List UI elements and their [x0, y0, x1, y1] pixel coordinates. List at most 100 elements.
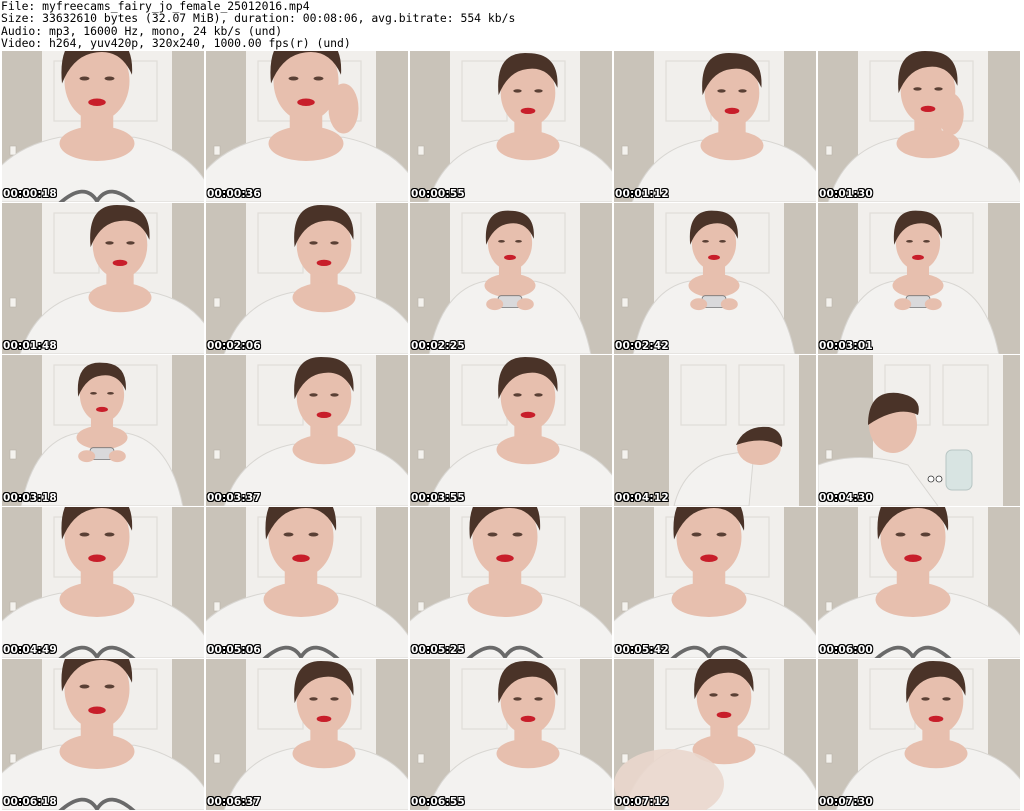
frame-image [206, 51, 408, 202]
neckline [59, 126, 135, 161]
thumbnail-frame: 00:06:18 [2, 659, 204, 810]
outlet [213, 601, 221, 612]
frame-timestamp: 00:01:48 [3, 340, 57, 352]
hand [938, 93, 964, 136]
frame-image [410, 659, 612, 810]
neckline [268, 126, 344, 161]
lips [716, 711, 732, 718]
eye [512, 532, 523, 537]
eye [716, 532, 727, 537]
neckline [700, 130, 764, 161]
thumbnail-frame: 00:05:42 [614, 507, 816, 658]
eye [920, 532, 931, 537]
outlet [621, 145, 629, 156]
frame-image [2, 51, 204, 202]
frame-image [410, 51, 612, 202]
thumbnail-frame: 00:03:37 [206, 355, 408, 506]
eye [719, 239, 726, 243]
outlet [417, 297, 425, 308]
eye [104, 532, 115, 537]
outlet [9, 145, 17, 156]
frame-image [206, 355, 408, 506]
neckline [59, 734, 135, 769]
lips [96, 406, 108, 412]
thumbnail-frame: 00:01:30 [818, 51, 1020, 202]
frame-timestamp: 00:06:00 [819, 644, 873, 656]
thumbnail-frame: 00:04:12 [614, 355, 816, 506]
thumbnail-frame: 00:00:36 [206, 51, 408, 202]
frame-image [2, 355, 204, 506]
eye [309, 697, 318, 701]
thumbnail-frame: 00:05:25 [410, 507, 612, 658]
outlet [825, 145, 833, 156]
frame-timestamp: 00:07:12 [615, 796, 669, 808]
eye [534, 89, 543, 93]
thumbnail-frame: 00:03:18 [2, 355, 204, 506]
eye [534, 393, 543, 397]
eye [126, 241, 135, 245]
hand [108, 450, 126, 463]
thumbnail-grid: 00:00:18 00:00:36 00:00:55 00:01:12 00:01:30… [2, 51, 1020, 810]
eye [487, 532, 498, 537]
outlet [825, 601, 833, 612]
eye [934, 87, 943, 91]
eye [923, 239, 930, 243]
outlet [825, 297, 833, 308]
eye [288, 76, 299, 81]
frame-image [410, 507, 612, 658]
frame-image [818, 203, 1020, 354]
outlet [213, 753, 221, 764]
thumbnail-frame: 00:01:48 [2, 203, 204, 354]
neckline [59, 582, 135, 617]
eye [104, 684, 115, 689]
eye [534, 697, 543, 701]
frame-timestamp: 00:05:06 [207, 644, 261, 656]
lips [904, 554, 922, 562]
lips [297, 98, 315, 106]
thumbnail-frame: 00:01:12 [614, 51, 816, 202]
outlet [213, 297, 221, 308]
neckline [875, 582, 951, 617]
eye [515, 239, 522, 243]
hand [78, 450, 96, 463]
thumbnail-frame: 00:03:55 [410, 355, 612, 506]
hand [690, 298, 708, 311]
outlet [417, 753, 425, 764]
frame-timestamp: 00:03:55 [411, 492, 465, 504]
frame-image [614, 355, 816, 506]
lips [708, 254, 720, 260]
outlet [417, 449, 425, 460]
frame-image [206, 659, 408, 810]
eye [921, 697, 930, 701]
outlet [417, 601, 425, 612]
outlet [213, 145, 221, 156]
hand [486, 298, 504, 311]
outlet [9, 297, 17, 308]
eye [691, 532, 702, 537]
neckline [292, 282, 356, 313]
lips [700, 554, 718, 562]
frame-timestamp: 00:02:25 [411, 340, 465, 352]
frame-image [2, 203, 204, 354]
eye [709, 693, 718, 697]
lips [316, 715, 332, 722]
eye [942, 697, 951, 701]
neckline [892, 273, 944, 298]
lips [316, 411, 332, 418]
thumbnail-frame: 00:00:55 [410, 51, 612, 202]
frame-timestamp: 00:06:55 [411, 796, 465, 808]
outlet [9, 753, 17, 764]
frame-image [2, 659, 204, 810]
neckline [292, 738, 356, 769]
thumbnail-frame: 00:07:30 [818, 659, 1020, 810]
thumbnail-frame: 00:07:12 [614, 659, 816, 810]
frame-timestamp: 00:00:36 [207, 188, 261, 200]
lips [88, 706, 106, 714]
outlet [621, 601, 629, 612]
hand [720, 298, 738, 311]
eye [513, 89, 522, 93]
frame-image [206, 203, 408, 354]
thumbnail-frame: 00:02:42 [614, 203, 816, 354]
eye [283, 532, 294, 537]
lips [316, 259, 332, 266]
